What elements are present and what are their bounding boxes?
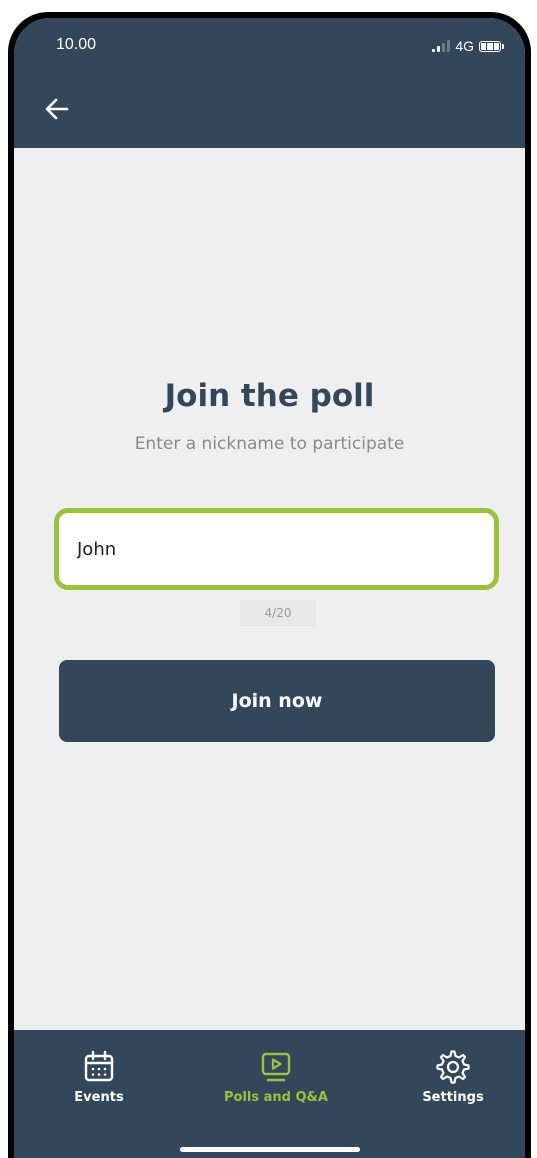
back-button[interactable]	[40, 92, 74, 126]
character-counter: 4/20	[240, 600, 316, 626]
app-header: 10.00 4G	[14, 18, 525, 148]
gear-icon	[436, 1050, 470, 1084]
signal-icon	[432, 40, 451, 52]
tab-polls-and-qa[interactable]: Polls and Q&A	[211, 1050, 341, 1105]
tab-settings[interactable]: Settings	[388, 1050, 518, 1105]
device-frame: 10.00 4G Join the poll Enter a nickname …	[0, 0, 537, 1158]
home-indicator	[179, 1147, 360, 1152]
calendar-icon	[84, 1050, 114, 1082]
arrow-left-icon	[45, 98, 69, 120]
bottom-tab-bar: Events Polls and Q&A Settings	[14, 1030, 525, 1158]
nickname-field	[54, 508, 499, 590]
battery-icon	[479, 40, 504, 52]
status-indicators: 4G	[432, 38, 504, 54]
page-title: Join the poll	[164, 378, 375, 414]
join-poll-content: Join the poll Enter a nickname to partic…	[14, 148, 525, 1030]
network-label: 4G	[455, 38, 474, 54]
tab-settings-label: Settings	[422, 1090, 484, 1105]
join-now-button[interactable]: Join now	[59, 660, 495, 742]
nickname-input[interactable]	[59, 513, 494, 585]
tab-polls-label: Polls and Q&A	[224, 1090, 328, 1105]
app-screen: 10.00 4G Join the poll Enter a nickname …	[14, 18, 525, 1158]
tab-events[interactable]: Events	[34, 1050, 164, 1105]
tab-events-label: Events	[74, 1090, 124, 1105]
status-time: 10.00	[56, 36, 97, 53]
page-subtitle: Enter a nickname to participate	[134, 434, 405, 454]
phone-bezel: 10.00 4G Join the poll Enter a nickname …	[8, 12, 531, 1158]
presentation-play-icon	[261, 1052, 291, 1082]
